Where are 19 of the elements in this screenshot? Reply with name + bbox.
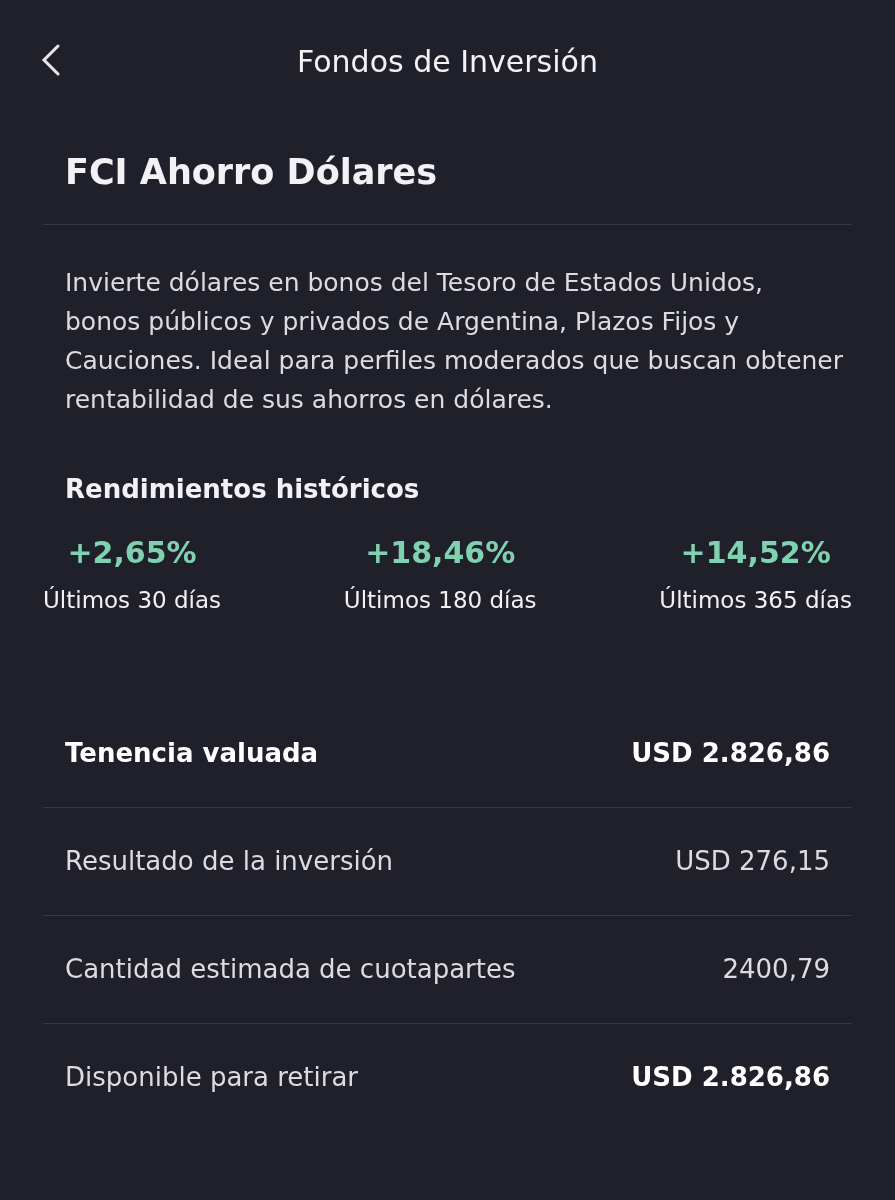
detail-value: 2400,79 <box>722 953 830 986</box>
detail-value: USD 2.826,86 <box>631 1061 830 1094</box>
fund-description: Invierte dólares en bonos del Tesoro de Estados Unidos, bonos públicos y privados de Argentina, Plazos Fijos y Cauciones. Ideal para perfiles moderados que buscan obtener rentabilidad de sus ahorros en dólares. <box>64 267 844 416</box>
section-title: Rendimientos históricos <box>64 473 421 506</box>
detail-label: Cantidad estimada de cuotapartes <box>65 953 516 986</box>
back-icon[interactable] <box>40 44 62 76</box>
detail-label: Resultado de la inversión <box>65 845 394 878</box>
return-value: +2,65% <box>67 534 197 572</box>
fund-name: FCI Ahorro Dólares <box>64 151 439 194</box>
detail-value: USD 2.826,86 <box>631 737 830 770</box>
page-title: Fondos de Inversión <box>297 47 598 77</box>
return-period: Últimos 180 días <box>343 585 537 615</box>
return-value: +14,52% <box>680 534 831 572</box>
detail-label: Disponible para retirar <box>65 1061 359 1094</box>
detail-value: USD 276,15 <box>675 845 830 878</box>
return-value: +18,46% <box>365 534 516 572</box>
detail-label: Tenencia valuada <box>65 737 319 770</box>
return-period: Últimos 30 días <box>43 585 222 615</box>
return-period: Últimos 365 días <box>659 585 852 615</box>
